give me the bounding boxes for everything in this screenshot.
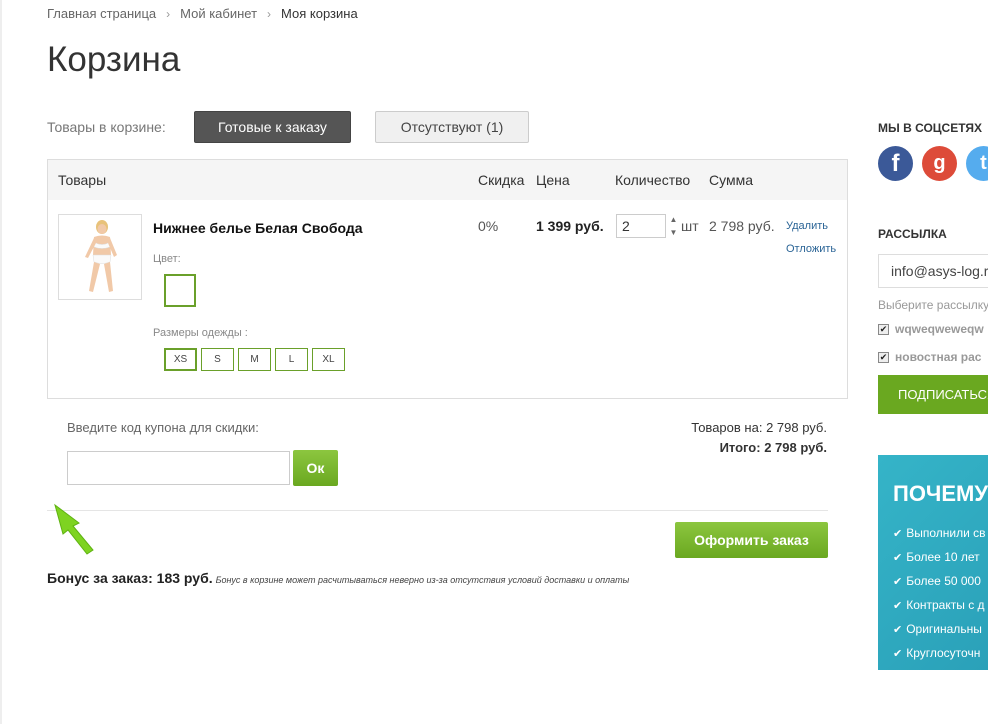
goods-total-value: 2 798 руб. [766,420,827,435]
delete-link[interactable]: Удалить [786,220,828,232]
header-discount: Скидка [478,172,525,188]
why-us-item: ✔ Выполнили св [893,526,986,540]
chevron-right-icon: › [166,6,171,21]
quantity-input[interactable] [616,214,666,238]
why-us-item: ✔ Круглосуточн [893,646,981,660]
product-name[interactable]: Нижнее белье Белая Свобода [153,220,363,236]
bonus-label: Бонус за заказ: 183 руб. [47,570,213,586]
item-sum: 2 798 руб. [709,218,775,234]
header-price: Цена [536,172,570,188]
color-label: Цвет: [153,253,181,265]
tab-ready[interactable]: Готовые к заказу [194,111,351,143]
arrow-up-icon[interactable]: ▲ [670,215,678,224]
size-xs[interactable]: XS [164,348,197,371]
grand-total-value: 2 798 руб. [764,440,827,455]
size-l[interactable]: L [275,348,308,371]
breadcrumb-current: Моя корзина [281,6,358,21]
cart-tabs-label: Товары в корзине: [47,119,166,135]
checkmark-icon: ✔ [893,599,903,612]
email-field[interactable]: info@asys-log.r [878,254,988,288]
arrow-down-icon[interactable]: ▼ [670,228,678,237]
checkmark-icon: ✔ [893,551,903,564]
header-goods: Товары [58,172,107,188]
product-photo-icon [85,220,117,292]
why-us-list: ✔ Выполнили св ✔ Более 10 лет ✔ Более 50 00… [893,521,986,665]
coupon-input[interactable] [67,451,290,485]
subscribe-button[interactable]: ПОДПИСАТЬСЯ [878,375,988,414]
cart-table-header: Товары Скидка Цена Количество Сумма [48,160,847,200]
coupon-ok-button[interactable]: Ок [293,450,338,486]
checkmark-icon: ✔ [893,647,903,660]
facebook-icon[interactable]: f [878,146,913,181]
checkbox-checked-icon[interactable]: ✔ [878,351,889,363]
item-discount: 0% [478,218,499,234]
size-s[interactable]: S [201,348,234,371]
checkbox-checked-icon[interactable]: ✔ [878,323,889,335]
quantity-stepper[interactable]: ▲ ▼ [669,215,678,237]
choose-mailing-text: Выберите рассылку [878,298,988,312]
why-us-item: ✔ Контракты с д [893,598,985,612]
tab-absent[interactable]: Отсутствуют (1) [375,111,529,143]
cart-tabs: Товары в корзине: Готовые к заказу Отсут… [47,111,529,143]
checkout-button[interactable]: Оформить заказ [675,522,828,558]
cart-table: Товары Скидка Цена Количество Сумма Нижн… [47,159,848,399]
why-us-title: ПОЧЕМУ [893,481,988,506]
bonus-info: Бонус за заказ: 183 руб. Бонус в корзине … [47,570,629,586]
size-xl[interactable]: XL [312,348,345,371]
bonus-note: Бонус в корзине может расчитываться неве… [215,575,630,585]
mailing-option-2-label: новостная рас [895,350,982,364]
twitter-icon[interactable]: t [966,146,988,181]
checkmark-icon: ✔ [893,527,903,540]
why-us-item: ✔ Более 50 000 [893,574,981,588]
page-title: Корзина [47,40,181,79]
goods-total-label: Товаров на: [691,420,763,435]
why-us-item: ✔ Более 10 лет [893,550,980,564]
mailing-option-1-label: wqweqweweqw [895,322,984,336]
social-title: МЫ В СОЦСЕТЯХ [878,121,983,135]
breadcrumb: Главная страница › Мой кабинет › Моя кор… [47,6,358,21]
green-arrow-icon [54,503,94,555]
header-sum: Сумма [709,172,753,188]
breadcrumb-cabinet[interactable]: Мой кабинет [180,6,257,21]
mailing-title: РАССЫЛКА [878,227,947,241]
chevron-right-icon: › [267,6,272,21]
left-border [0,0,2,724]
cart-totals: Товаров на: 2 798 руб. Итого: 2 798 руб. [691,420,827,460]
mailing-option-1[interactable]: ✔ wqweqweweqw [878,322,984,336]
checkmark-icon: ✔ [893,623,903,636]
breadcrumb-home[interactable]: Главная страница [47,6,156,21]
coupon-label: Введите код купона для скидки: [67,420,259,435]
google-plus-icon[interactable]: g [922,146,957,181]
postpone-link[interactable]: Отложить [786,243,836,255]
size-options: XS S M L XL [164,348,345,371]
size-m[interactable]: M [238,348,271,371]
item-price: 1 399 руб. [536,218,604,234]
color-swatch-white[interactable] [164,274,196,307]
quantity-unit: шт [681,218,699,234]
product-image[interactable] [58,214,142,300]
mailing-option-2[interactable]: ✔ новостная рас [878,350,981,364]
checkmark-icon: ✔ [893,575,903,588]
why-us-panel: ПОЧЕМУ ✔ Выполнили св ✔ Более 10 лет ✔ Боле… [878,455,988,670]
divider [47,510,828,511]
why-us-item: ✔ Оригинальны [893,622,982,636]
grand-total-label: Итого: [719,440,761,455]
size-label: Размеры одежды : [153,327,248,339]
header-qty: Количество [615,172,691,188]
